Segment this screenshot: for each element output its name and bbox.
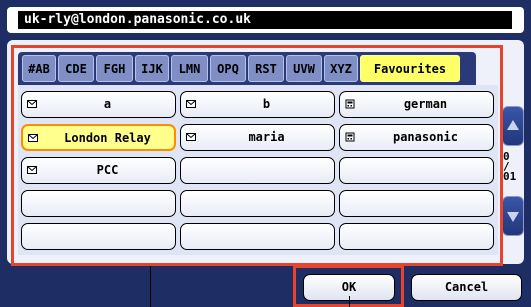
entry-button[interactable]: b (180, 91, 335, 118)
empty-entry-slot[interactable] (180, 223, 335, 250)
entry-button-selected[interactable]: London Relay (21, 124, 176, 151)
callout-line (349, 296, 350, 307)
empty-entry-slot[interactable] (21, 223, 176, 250)
scroll-down-button[interactable] (502, 196, 524, 236)
entry-button[interactable]: PCC (21, 157, 176, 184)
tab-ijk[interactable]: IJK (135, 55, 169, 82)
empty-entry-slot[interactable] (339, 223, 494, 250)
tab-cde[interactable]: CDE (58, 55, 94, 82)
tab-fgh[interactable]: FGH (96, 55, 133, 82)
scroll-up-button[interactable] (502, 106, 524, 146)
tab-uvw[interactable]: UVW (286, 55, 322, 82)
entry-label: b (262, 97, 271, 111)
empty-entry-slot[interactable] (180, 157, 335, 184)
tab-xyz[interactable]: XYZ (324, 55, 358, 82)
email-icon (27, 166, 37, 174)
entry-label: a (103, 97, 112, 111)
entry-label: London Relay (64, 131, 151, 145)
entry-button[interactable]: german (339, 91, 494, 118)
arrow-down-icon (507, 212, 519, 222)
tab-opq[interactable]: OPQ (210, 55, 246, 82)
cancel-button[interactable]: Cancel (411, 274, 522, 301)
email-icon (186, 100, 196, 108)
address-field[interactable]: uk-rly@london.panasonic.co.uk (18, 11, 512, 29)
empty-entry-slot[interactable] (339, 190, 494, 217)
tab-rst[interactable]: RST (248, 55, 284, 82)
page-total: 01 (503, 170, 517, 183)
entry-label: PCC (96, 163, 119, 177)
fax-icon (345, 132, 355, 142)
entry-button[interactable]: panasonic (339, 124, 494, 151)
fax-icon (345, 99, 355, 109)
callout-line (150, 266, 151, 307)
page-indicator: 0 / 01 (503, 151, 529, 183)
email-icon (28, 134, 38, 142)
entry-label: maria (248, 130, 285, 144)
entry-label: german (403, 97, 448, 111)
tab-ab[interactable]: #AB (22, 55, 56, 82)
entry-label: panasonic (392, 130, 459, 144)
entry-button[interactable]: a (21, 91, 176, 118)
arrow-up-icon (507, 120, 519, 130)
email-icon (27, 100, 37, 108)
tab-favourites[interactable]: Favourites (360, 55, 460, 82)
empty-entry-slot[interactable] (21, 190, 176, 217)
empty-entry-slot[interactable] (339, 157, 494, 184)
entry-button[interactable]: maria (180, 124, 335, 151)
tab-lmn[interactable]: LMN (171, 55, 208, 82)
empty-entry-slot[interactable] (180, 190, 335, 217)
email-icon (186, 133, 196, 141)
